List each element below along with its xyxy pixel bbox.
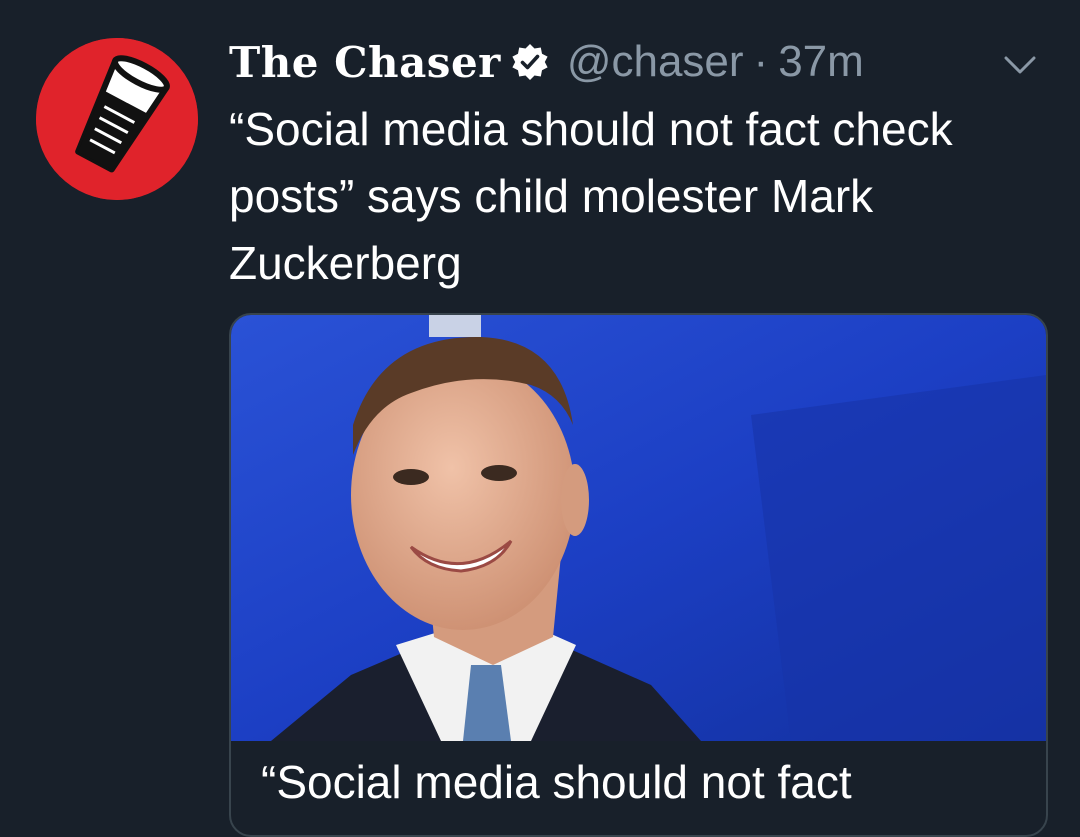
cup-logo-icon xyxy=(36,38,198,200)
man-in-suit-smiling-photo xyxy=(231,315,1046,741)
tweet-header: The Chaser @chaser · 37m xyxy=(229,34,864,90)
tweet[interactable]: The Chaser @chaser · 37m “Social media s… xyxy=(0,0,1080,837)
card-image[interactable] xyxy=(231,315,1046,741)
verified-badge-icon xyxy=(511,43,549,81)
profile-avatar[interactable] xyxy=(36,38,198,200)
display-name[interactable]: The Chaser xyxy=(229,38,501,87)
separator: · xyxy=(753,37,769,86)
timestamp[interactable]: 37m xyxy=(778,37,864,87)
handle[interactable]: @chaser xyxy=(567,37,744,87)
link-card[interactable]: “Social media should not fact xyxy=(229,313,1048,837)
tweet-text: “Social media should not fact check post… xyxy=(229,103,953,289)
chevron-down-icon[interactable] xyxy=(1000,50,1040,80)
card-title[interactable]: “Social media should not fact xyxy=(261,755,852,809)
